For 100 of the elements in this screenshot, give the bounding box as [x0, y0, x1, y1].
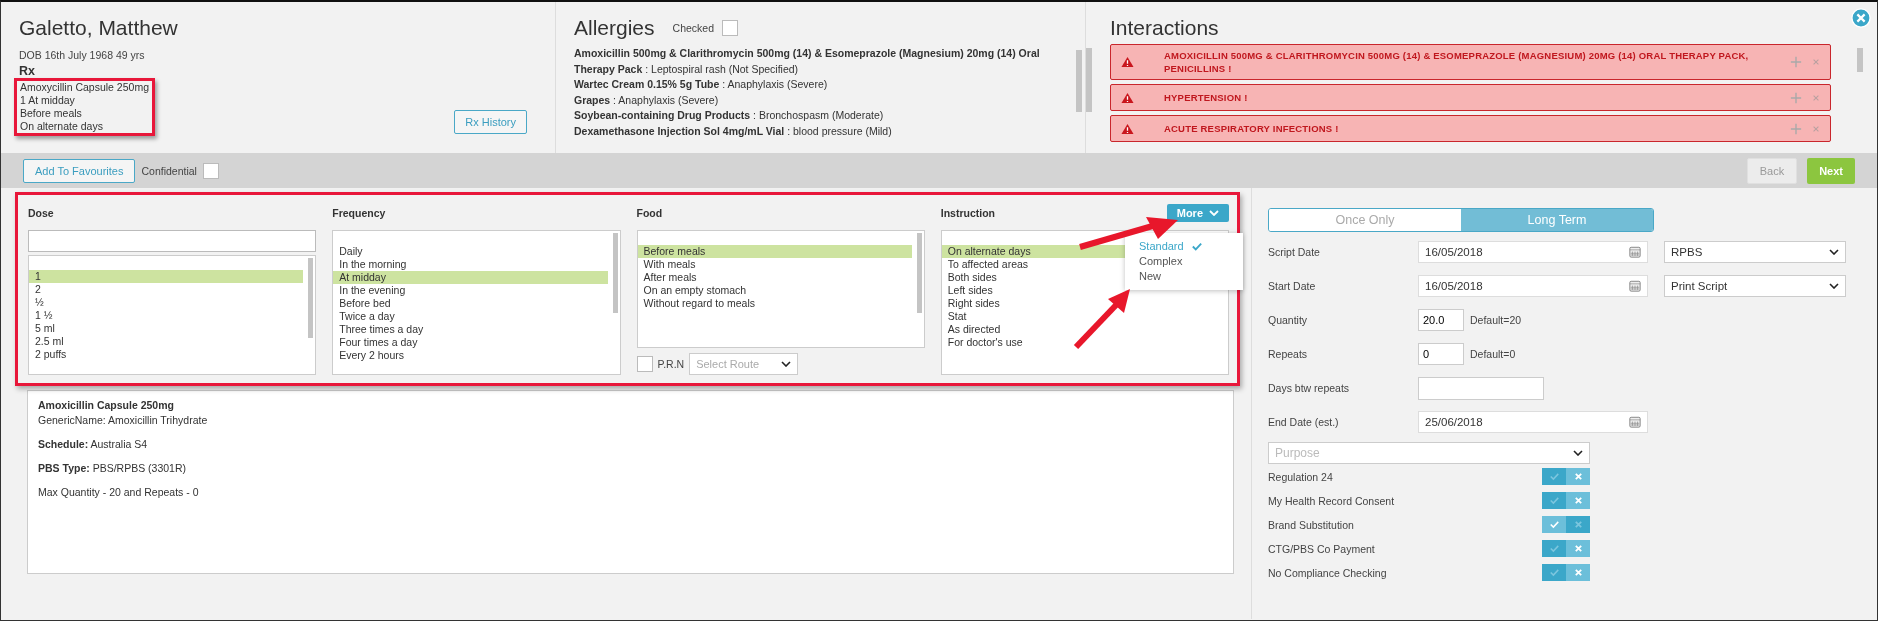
list-item[interactable]: 2 [29, 283, 304, 296]
list-item[interactable]: Four times a day [333, 336, 608, 349]
calendar-icon[interactable] [1629, 416, 1641, 428]
list-item[interactable]: Three times a day [333, 323, 608, 336]
scrollbar-thumb[interactable] [1086, 48, 1092, 112]
default-hint: Default=20 [1470, 314, 1522, 326]
rx-heading: Rx [19, 64, 36, 78]
rx-line: Before meals [20, 107, 83, 120]
allergies-title: Allergies [574, 16, 655, 40]
plus-icon[interactable] [1790, 56, 1802, 68]
plus-icon[interactable] [1790, 91, 1802, 104]
list-item[interactable]: For doctor's use [941, 336, 1216, 349]
calendar-icon[interactable] [1629, 280, 1641, 292]
check-icon [1549, 568, 1559, 577]
cross-icon [1573, 472, 1583, 481]
checkmark-icon [1191, 242, 1202, 251]
drug-detail: PBS Type: PBS/RPBS (3301R) [38, 462, 188, 474]
close-icon[interactable] [1851, 8, 1871, 28]
yes-no-toggle[interactable] [1542, 492, 1590, 509]
dropdown-select[interactable]: Print Script [1664, 275, 1846, 297]
list-item[interactable]: ½ [29, 296, 304, 309]
scrollbar-thumb[interactable] [612, 233, 618, 313]
chevron-down-icon [1829, 249, 1839, 255]
list-item[interactable]: As directed [941, 323, 1216, 336]
allergy-entry: Soybean-containing Drug Products : Bronchospasm (Moderate) [574, 108, 885, 123]
number-field[interactable]: 0 [1418, 343, 1464, 365]
field-label: Start Date [1268, 280, 1317, 292]
field-label: Script Date [1268, 246, 1321, 258]
field-label: Days btw repeats [1268, 382, 1351, 394]
chevron-down-icon [1209, 210, 1219, 216]
rx-line: On alternate days [20, 120, 104, 133]
list-item[interactable]: Right sides [941, 297, 1216, 310]
list-item[interactable]: After meals [637, 271, 912, 284]
flag-label: CTG/PBS Co Payment [1268, 542, 1376, 555]
check-icon [1549, 496, 1559, 505]
yes-no-toggle[interactable] [1542, 540, 1590, 557]
yes-no-toggle[interactable] [1542, 516, 1590, 533]
list-item[interactable]: In the morning [333, 258, 608, 271]
list-item[interactable]: 5 ml [29, 322, 304, 335]
warning-icon [1121, 56, 1134, 68]
default-hint: Default=0 [1470, 348, 1516, 360]
list-item[interactable]: 2.5 ml [29, 335, 304, 348]
list-item[interactable]: On an empty stomach [637, 284, 912, 297]
field-label: End Date (est.) [1268, 416, 1340, 428]
flag-label: No Compliance Checking [1268, 566, 1388, 579]
date-field[interactable]: 16/05/2018 [1418, 275, 1648, 297]
list-item[interactable]: 1 ½ [29, 309, 304, 322]
dropdown-select[interactable]: RPBS [1664, 241, 1846, 263]
scrollbar-thumb[interactable] [916, 233, 922, 313]
cross-icon[interactable] [1812, 124, 1820, 133]
menu-item[interactable]: New [1139, 269, 1229, 284]
date-field[interactable]: 25/06/2018 [1418, 411, 1648, 433]
drug-detail: GenericName: Amoxicillin Trihydrate [38, 414, 209, 426]
list-item[interactable]: Twice a day [333, 310, 608, 323]
list-item[interactable]: Without regard to meals [637, 297, 912, 310]
prn-label: P.R.N [657, 358, 685, 370]
warning-icon [1121, 91, 1134, 104]
list-item[interactable]: Before bed [333, 297, 608, 310]
flag-label: Brand Substitution [1268, 518, 1355, 531]
yes-no-toggle[interactable] [1542, 468, 1590, 485]
allergy-entry: Wartec Cream 0.15% 5g Tube : Anaphylaxis (Severe) [574, 77, 829, 92]
list-item[interactable]: Stat [941, 310, 1216, 323]
check-icon [1549, 472, 1559, 481]
alert-text: AMOXICILLIN 500MG & CLARITHROMYCIN 500MG (14) & ESOMEPRAZOLE (MAGNESIUM) 20MG (14) ORAL THERAPY PACK, PENICILLINS ! [1164, 49, 1750, 75]
scrollbar-thumb[interactable] [1857, 48, 1863, 72]
number-field[interactable]: 20.0 [1418, 309, 1464, 331]
list-item[interactable]: Before meals [637, 245, 912, 258]
calendar-icon[interactable] [1629, 246, 1641, 258]
scrollbar-thumb[interactable] [308, 258, 314, 338]
list-item[interactable]: Every 2 hours [333, 349, 608, 362]
allergy-entry: Grapes : Anaphylaxis (Severe) [574, 92, 720, 108]
cross-icon [1573, 520, 1583, 529]
patient-name: Galetto, Matthew [19, 16, 179, 40]
plus-icon[interactable] [1790, 122, 1802, 135]
interactions-title: Interactions [1110, 16, 1220, 40]
alert-text: HYPERTENSION ! [1164, 91, 1249, 104]
cross-icon[interactable] [1812, 58, 1820, 66]
list-item[interactable]: With meals [637, 258, 912, 271]
list-item[interactable]: In the evening [333, 284, 608, 297]
text-field[interactable] [1418, 376, 1544, 400]
rx-line: Amoxycillin Capsule 250mg [20, 81, 149, 94]
prn-checkbox[interactable] [636, 356, 653, 372]
allergy-entry: Amoxicillin 500mg & Clarithromycin 500mg (14) & Esomeprazole (Magnesium) 20mg (14) Oral Therapy Pack : Leptospiral rash (Not Specified) [574, 46, 1041, 77]
allergy-entry: Dexamethasone Injection Sol 4mg/mL Vial : blood pressure (Mild) [574, 123, 893, 139]
date-field[interactable]: 16/05/2018 [1418, 241, 1648, 263]
confidential-label: Confidential [141, 164, 197, 177]
list-item[interactable]: 2 puffs [29, 348, 304, 361]
rx-line: 1 At midday [20, 94, 76, 107]
confidential-checkbox[interactable] [202, 162, 219, 179]
yes-no-toggle[interactable] [1542, 564, 1590, 581]
cross-icon[interactable] [1812, 93, 1820, 102]
drug-name: Amoxicillin Capsule 250mg [38, 399, 175, 411]
flag-label: My Health Record Consent [1268, 494, 1396, 507]
annotation-arrow [1072, 288, 1131, 351]
list-item[interactable]: 1 [29, 270, 304, 283]
dose-input-field[interactable] [28, 230, 317, 252]
checked-checkbox[interactable] [722, 20, 738, 36]
list-item[interactable]: Daily [333, 245, 608, 258]
scrollbar-thumb[interactable] [1076, 50, 1082, 112]
list-item[interactable]: At midday [333, 271, 608, 284]
